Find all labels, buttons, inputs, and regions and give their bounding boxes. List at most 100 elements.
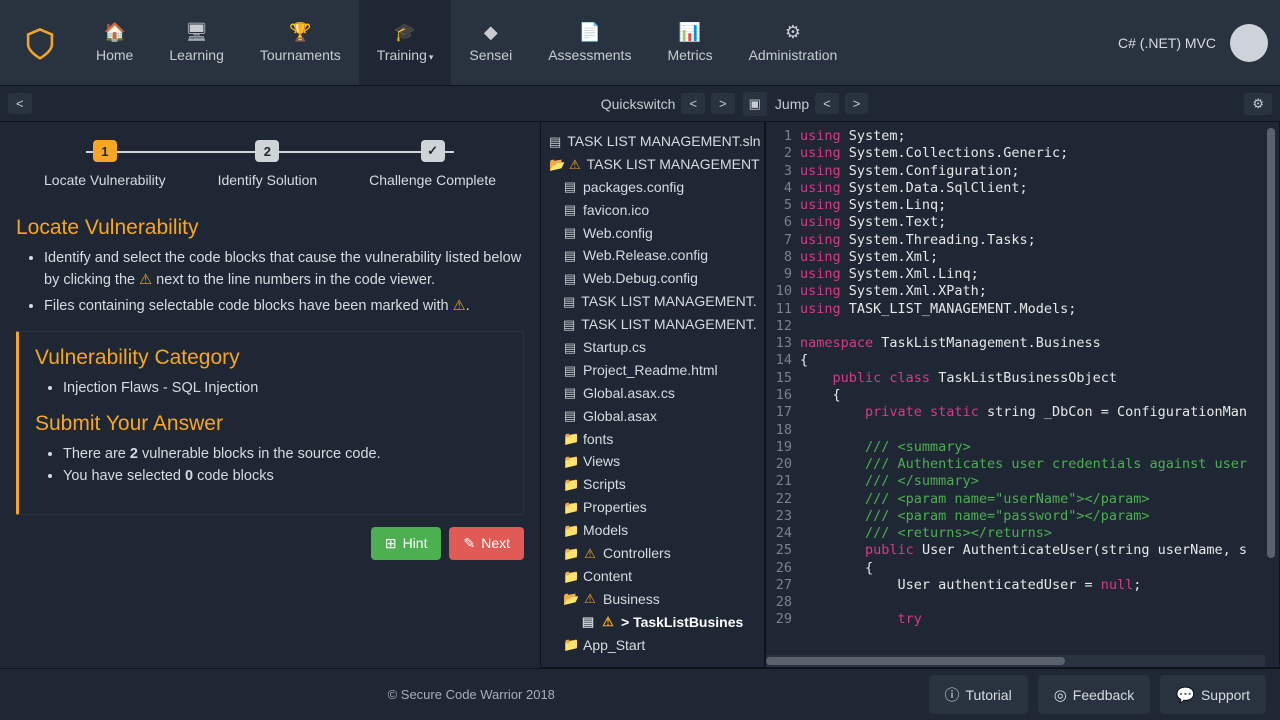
nav-sensei[interactable]: ◆Sensei [451,0,530,85]
code-line[interactable]: 24 /// <returns></returns> [766,525,1279,542]
file-tree-item[interactable]: 📁Scripts [545,473,760,496]
code-line[interactable]: 6using System.Text; [766,214,1279,231]
quickswitch-next[interactable]: > [711,93,735,114]
file-tree-item[interactable]: 📂⚠Business [545,588,760,611]
file-tree-item[interactable]: ▤⚠> TaskListBusines [545,611,760,634]
back-button[interactable]: < [8,93,32,114]
line-number: 7 [766,232,800,249]
file-tree-item[interactable]: ▤Startup.cs [545,336,760,359]
code-line[interactable]: 5using System.Linq; [766,197,1279,214]
nav-learning[interactable]: 🖥Learning [151,0,242,85]
file-label: Controllers [603,544,671,563]
file-tree-item[interactable]: ▤Global.asax [545,405,760,428]
code-line[interactable]: 14{ [766,352,1279,369]
file-label: Web.config [583,224,653,243]
file-tree-item[interactable]: 📁Views [545,450,760,473]
code-line[interactable]: 3using System.Configuration; [766,163,1279,180]
file-tree-item[interactable]: ▤packages.config [545,176,760,199]
code-line[interactable]: 23 /// <param name="password"></param> [766,508,1279,525]
line-number: 13 [766,335,800,352]
code-line[interactable]: 22 /// <param name="userName"></param> [766,491,1279,508]
file-tree-item[interactable]: 📁⚠Controllers [545,542,760,565]
code-line[interactable]: 27 User authenticatedUser = null; [766,577,1279,594]
jump-next[interactable]: > [845,93,869,114]
file-tree-item[interactable]: ▤favicon.ico [545,199,760,222]
feedback-button[interactable]: ◎Feedback [1038,675,1151,714]
scrollbar-horizontal[interactable] [766,655,1265,667]
nav-metrics[interactable]: 📊Metrics [649,0,730,85]
file-tree-item[interactable]: ▤TASK LIST MANAGEMENT. [545,290,760,313]
jump-prev[interactable]: < [815,93,839,114]
file-tree-item[interactable]: ▤Project_Readme.html [545,359,760,382]
file-tree[interactable]: ▤TASK LIST MANAGEMENT.sln📂⚠TASK LIST MAN… [540,122,765,668]
file-tree-item[interactable]: 📁Models [545,519,760,542]
line-number: 17 [766,404,800,421]
nav-assessments[interactable]: 📄Assessments [530,0,649,85]
support-button[interactable]: 💬Support [1160,675,1266,714]
nav-icon: 🖥 [185,23,208,41]
code-line[interactable]: 25 public User AuthenticateUser(string u… [766,542,1279,559]
code-line[interactable]: 1using System; [766,128,1279,145]
jump-label: Jump [775,96,809,112]
file-tree-item[interactable]: ▤Web.Release.config [545,244,760,267]
info-icon: ⓘ [945,684,960,705]
avatar[interactable] [1230,24,1268,62]
code-line[interactable]: 8using System.Xml; [766,249,1279,266]
code-line[interactable]: 10using System.Xml.XPath; [766,283,1279,300]
code-line[interactable]: 28 [766,594,1279,611]
file-tree-item[interactable]: 📁fonts [545,428,760,451]
code-line[interactable]: 21 /// </summary> [766,473,1279,490]
file-icon: ▤ [563,339,577,357]
code-line[interactable]: 2using System.Collections.Generic; [766,145,1279,162]
line-number: 4 [766,180,800,197]
file-label: TASK LIST MANAGEMENT. [581,315,756,334]
scrollbar-vertical[interactable] [1267,128,1277,598]
code-line[interactable]: 29 try [766,611,1279,628]
file-tree-item[interactable]: 📁Properties [545,496,760,519]
line-number: 6 [766,214,800,231]
code-line[interactable]: 12 [766,318,1279,335]
code-line[interactable]: 19 /// <summary> [766,439,1279,456]
code-line[interactable]: 20 /// Authenticates user credentials ag… [766,456,1279,473]
answer-line-2: You have selected 0 code blocks [63,466,507,488]
file-tree-item[interactable]: 📂⚠TASK LIST MANAGEMENT [545,153,760,176]
code-line[interactable]: 13namespace TaskListManagement.Business [766,335,1279,352]
code-viewer[interactable]: 1using System;2using System.Collections.… [765,122,1280,668]
warning-icon: ⚠ [601,613,615,631]
nav-icon: ◆ [484,23,498,41]
code-line[interactable]: 15 public class TaskListBusinessObject [766,370,1279,387]
file-label: Models [583,521,628,540]
tutorial-button[interactable]: ⓘTutorial [929,675,1028,714]
file-tree-item[interactable]: ▤TASK LIST MANAGEMENT.sln [545,130,760,153]
file-tree-item[interactable]: 📁App_Start [545,634,760,657]
code-line[interactable]: 16 { [766,387,1279,404]
file-tree-item[interactable]: ▤Web.Debug.config [545,267,760,290]
nav-training[interactable]: 🎓Training▾ [359,0,452,85]
warning-icon: ⚠ [583,545,597,563]
nav-home[interactable]: 🏠Home [78,0,151,85]
settings-gear-icon[interactable]: ⚙ [1244,93,1272,115]
code-line[interactable]: 11using TASK_LIST_MANAGEMENT.Models; [766,301,1279,318]
code-line[interactable]: 4using System.Data.SqlClient; [766,180,1279,197]
code-line[interactable]: 17 private static string _DbCon = Config… [766,404,1279,421]
file-tree-item[interactable]: ▤Global.asax.cs [545,382,760,405]
line-number: 12 [766,318,800,335]
quickswitch-prev[interactable]: < [681,93,705,114]
nav-administration[interactable]: ⚙Administration [731,0,856,85]
nav-tournaments[interactable]: 🏆Tournaments [242,0,359,85]
folderopen-icon: 📂 [563,590,577,608]
file-tree-item[interactable]: ▤Web.config [545,222,760,245]
code-line[interactable]: 7using System.Threading.Tasks; [766,232,1279,249]
panel-icon[interactable]: ▣ [743,92,767,116]
code-line[interactable]: 26 { [766,560,1279,577]
code-line[interactable]: 18 [766,422,1279,439]
next-button[interactable]: ✎Next [449,527,524,560]
step: 2Identify Solution [218,140,318,188]
line-number: 20 [766,456,800,473]
line-number: 24 [766,525,800,542]
hint-button[interactable]: ⊞Hint [371,527,442,560]
left-pane: 1Locate Vulnerability2Identify Solution✓… [0,122,540,668]
file-tree-item[interactable]: 📁Content [545,565,760,588]
file-tree-item[interactable]: ▤TASK LIST MANAGEMENT. [545,313,760,336]
code-line[interactable]: 9using System.Xml.Linq; [766,266,1279,283]
